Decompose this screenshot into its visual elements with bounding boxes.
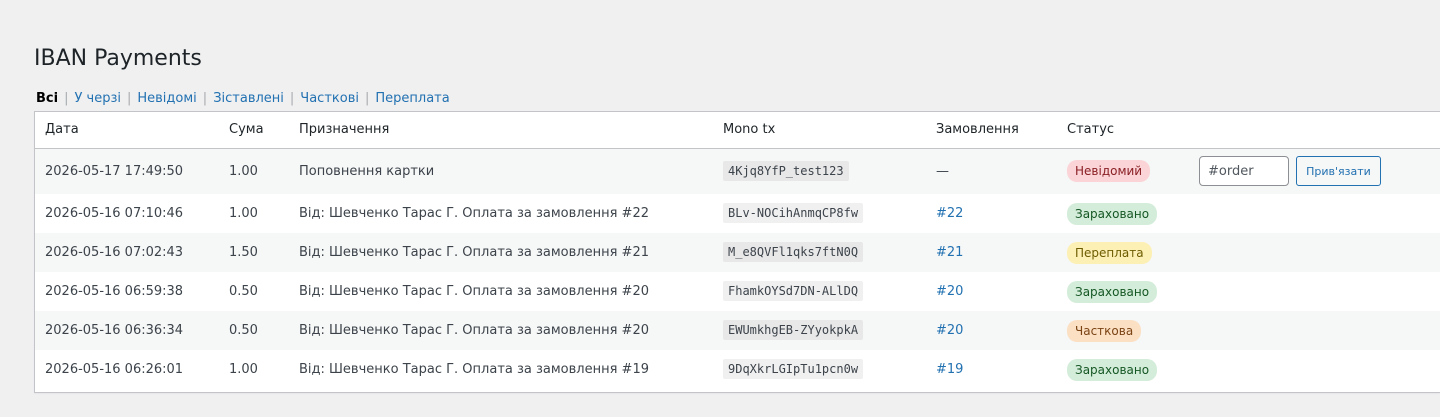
- cell-actions: [1199, 233, 1440, 272]
- filter-queued[interactable]: У черзі: [74, 91, 121, 106]
- column-header-status: Статус: [1057, 112, 1199, 149]
- cell-amount: 0.50: [229, 323, 258, 338]
- cell-actions: [1199, 350, 1440, 389]
- status-badge: Невідомий: [1067, 160, 1151, 183]
- cell-order: #20: [926, 311, 1057, 350]
- order-link[interactable]: #20: [936, 284, 963, 299]
- cell-purpose: Поповнення картки: [299, 163, 435, 179]
- filter-all[interactable]: Всі: [36, 91, 58, 106]
- table-row: 2026-05-17 17:49:50 1.00 Поповнення карт…: [35, 148, 1440, 194]
- table-row: 2026-05-16 06:36:34 0.50 Від: Шевченко Т…: [35, 311, 1440, 350]
- cell-purpose: Від: Шевченко Тарас Г. Оплата за замовле…: [299, 323, 649, 338]
- table-header-row: Дата Сума Призначення Mono tx Замовлення…: [35, 112, 1440, 149]
- column-header-actions: [1199, 112, 1440, 149]
- filter-separator: |: [126, 91, 132, 106]
- cell-mono-tx: 9DqXkrLGIpTu1pcn0w: [713, 350, 926, 389]
- filter-matched[interactable]: Зіставлені: [213, 91, 284, 106]
- cell-date: 2026-05-16 07:02:43: [45, 245, 184, 260]
- bind-order-button[interactable]: Прив'язати: [1296, 156, 1381, 187]
- filter-partial[interactable]: Часткові: [300, 91, 359, 106]
- cell-order: #19: [926, 350, 1057, 389]
- cell-actions: [1199, 194, 1440, 233]
- cell-amount: 1.50: [229, 245, 258, 260]
- cell-status: Зараховано: [1057, 350, 1199, 389]
- cell-mono-tx: EWUmkhgEB-ZYyokpkA: [713, 311, 926, 350]
- payments-table: Дата Сума Призначення Mono tx Замовлення…: [35, 112, 1440, 389]
- column-header-mono-tx: Mono tx: [713, 112, 926, 149]
- table-row: 2026-05-16 07:10:46 1.00 Від: Шевченко Т…: [35, 194, 1440, 233]
- cell-order: #20: [926, 272, 1057, 311]
- cell-amount: 1.00: [229, 163, 258, 179]
- cell-mono-tx: 4Kjq8YfP_test123: [713, 148, 926, 194]
- column-header-date: Дата: [35, 112, 219, 149]
- cell-date: 2026-05-17 17:49:50: [45, 163, 184, 179]
- status-filter-links: Всі | У черзі | Невідомі | Зіставлені | Часткові…: [36, 90, 450, 108]
- filter-separator: |: [64, 91, 69, 106]
- status-badge: Часткова: [1067, 319, 1142, 342]
- cell-mono-tx: M_e8QVFl1qks7ftN0Q: [713, 233, 926, 272]
- filter-separator: |: [364, 91, 370, 106]
- cell-amount: 0.50: [229, 284, 258, 299]
- cell-actions: Прив'язати: [1199, 148, 1440, 194]
- cell-order: #21: [926, 233, 1057, 272]
- cell-status: Невідомий: [1057, 148, 1199, 194]
- transaction-id: M_e8QVFl1qks7ftN0Q: [723, 242, 864, 262]
- filter-unknown[interactable]: Невідомі: [137, 91, 196, 106]
- table-row: 2026-05-16 07:02:43 1.50 Від: Шевченко Т…: [35, 233, 1440, 272]
- order-link[interactable]: #19: [936, 362, 963, 377]
- order-link[interactable]: #20: [936, 323, 963, 338]
- cell-mono-tx: FhamkOYSd7DN-ALlDQ: [713, 272, 926, 311]
- status-badge: Зараховано: [1067, 202, 1158, 225]
- transaction-id: 9DqXkrLGIpTu1pcn0w: [723, 359, 864, 379]
- transaction-id: EWUmkhgEB-ZYyokpkA: [723, 320, 864, 340]
- filter-separator: |: [202, 91, 208, 106]
- filter-overpaid[interactable]: Переплата: [375, 91, 449, 106]
- transaction-id: BLv-NOCihAnmqCP8fw: [723, 203, 864, 223]
- column-header-amount: Сума: [219, 112, 289, 149]
- cell-actions: [1199, 272, 1440, 311]
- cell-status: Часткова: [1057, 311, 1199, 350]
- cell-mono-tx: BLv-NOCihAnmqCP8fw: [713, 194, 926, 233]
- transaction-id: FhamkOYSd7DN-ALlDQ: [723, 281, 864, 301]
- cell-order: —: [936, 163, 949, 179]
- order-number-input[interactable]: [1199, 156, 1289, 187]
- cell-date: 2026-05-16 07:10:46: [45, 206, 184, 221]
- cell-date: 2026-05-16 06:59:38: [45, 284, 184, 299]
- cell-date: 2026-05-16 06:26:01: [45, 362, 184, 377]
- payments-table-container: Дата Сума Призначення Mono tx Замовлення…: [34, 111, 1440, 393]
- cell-amount: 1.00: [229, 362, 258, 377]
- page: IBAN Payments Всі | У черзі | Невідомі | Зіста…: [0, 0, 1440, 417]
- transaction-id: 4Kjq8YfP_test123: [723, 160, 849, 181]
- cell-status: Зараховано: [1057, 272, 1199, 311]
- status-badge: Зараховано: [1067, 280, 1158, 303]
- cell-actions: [1199, 311, 1440, 350]
- status-badge: Зараховано: [1067, 358, 1158, 381]
- cell-purpose: Від: Шевченко Тарас Г. Оплата за замовле…: [299, 284, 649, 299]
- order-link[interactable]: #22: [936, 206, 963, 221]
- column-header-purpose: Призначення: [289, 112, 713, 149]
- table-row: 2026-05-16 06:26:01 1.00 Від: Шевченко Т…: [35, 350, 1440, 389]
- cell-status: Переплата: [1057, 233, 1199, 272]
- filter-separator: |: [289, 91, 295, 106]
- status-badge: Переплата: [1067, 241, 1152, 264]
- cell-purpose: Від: Шевченко Тарас Г. Оплата за замовле…: [299, 245, 649, 260]
- cell-status: Зараховано: [1057, 194, 1199, 233]
- cell-amount: 1.00: [229, 206, 258, 221]
- order-link[interactable]: #21: [936, 245, 963, 260]
- cell-purpose: Від: Шевченко Тарас Г. Оплата за замовле…: [299, 206, 649, 221]
- page-title: IBAN Payments: [34, 46, 202, 71]
- cell-order: #22: [926, 194, 1057, 233]
- cell-purpose: Від: Шевченко Тарас Г. Оплата за замовле…: [299, 362, 649, 377]
- cell-date: 2026-05-16 06:36:34: [45, 323, 184, 338]
- column-header-order: Замовлення: [926, 112, 1057, 149]
- table-row: 2026-05-16 06:59:38 0.50 Від: Шевченко Т…: [35, 272, 1440, 311]
